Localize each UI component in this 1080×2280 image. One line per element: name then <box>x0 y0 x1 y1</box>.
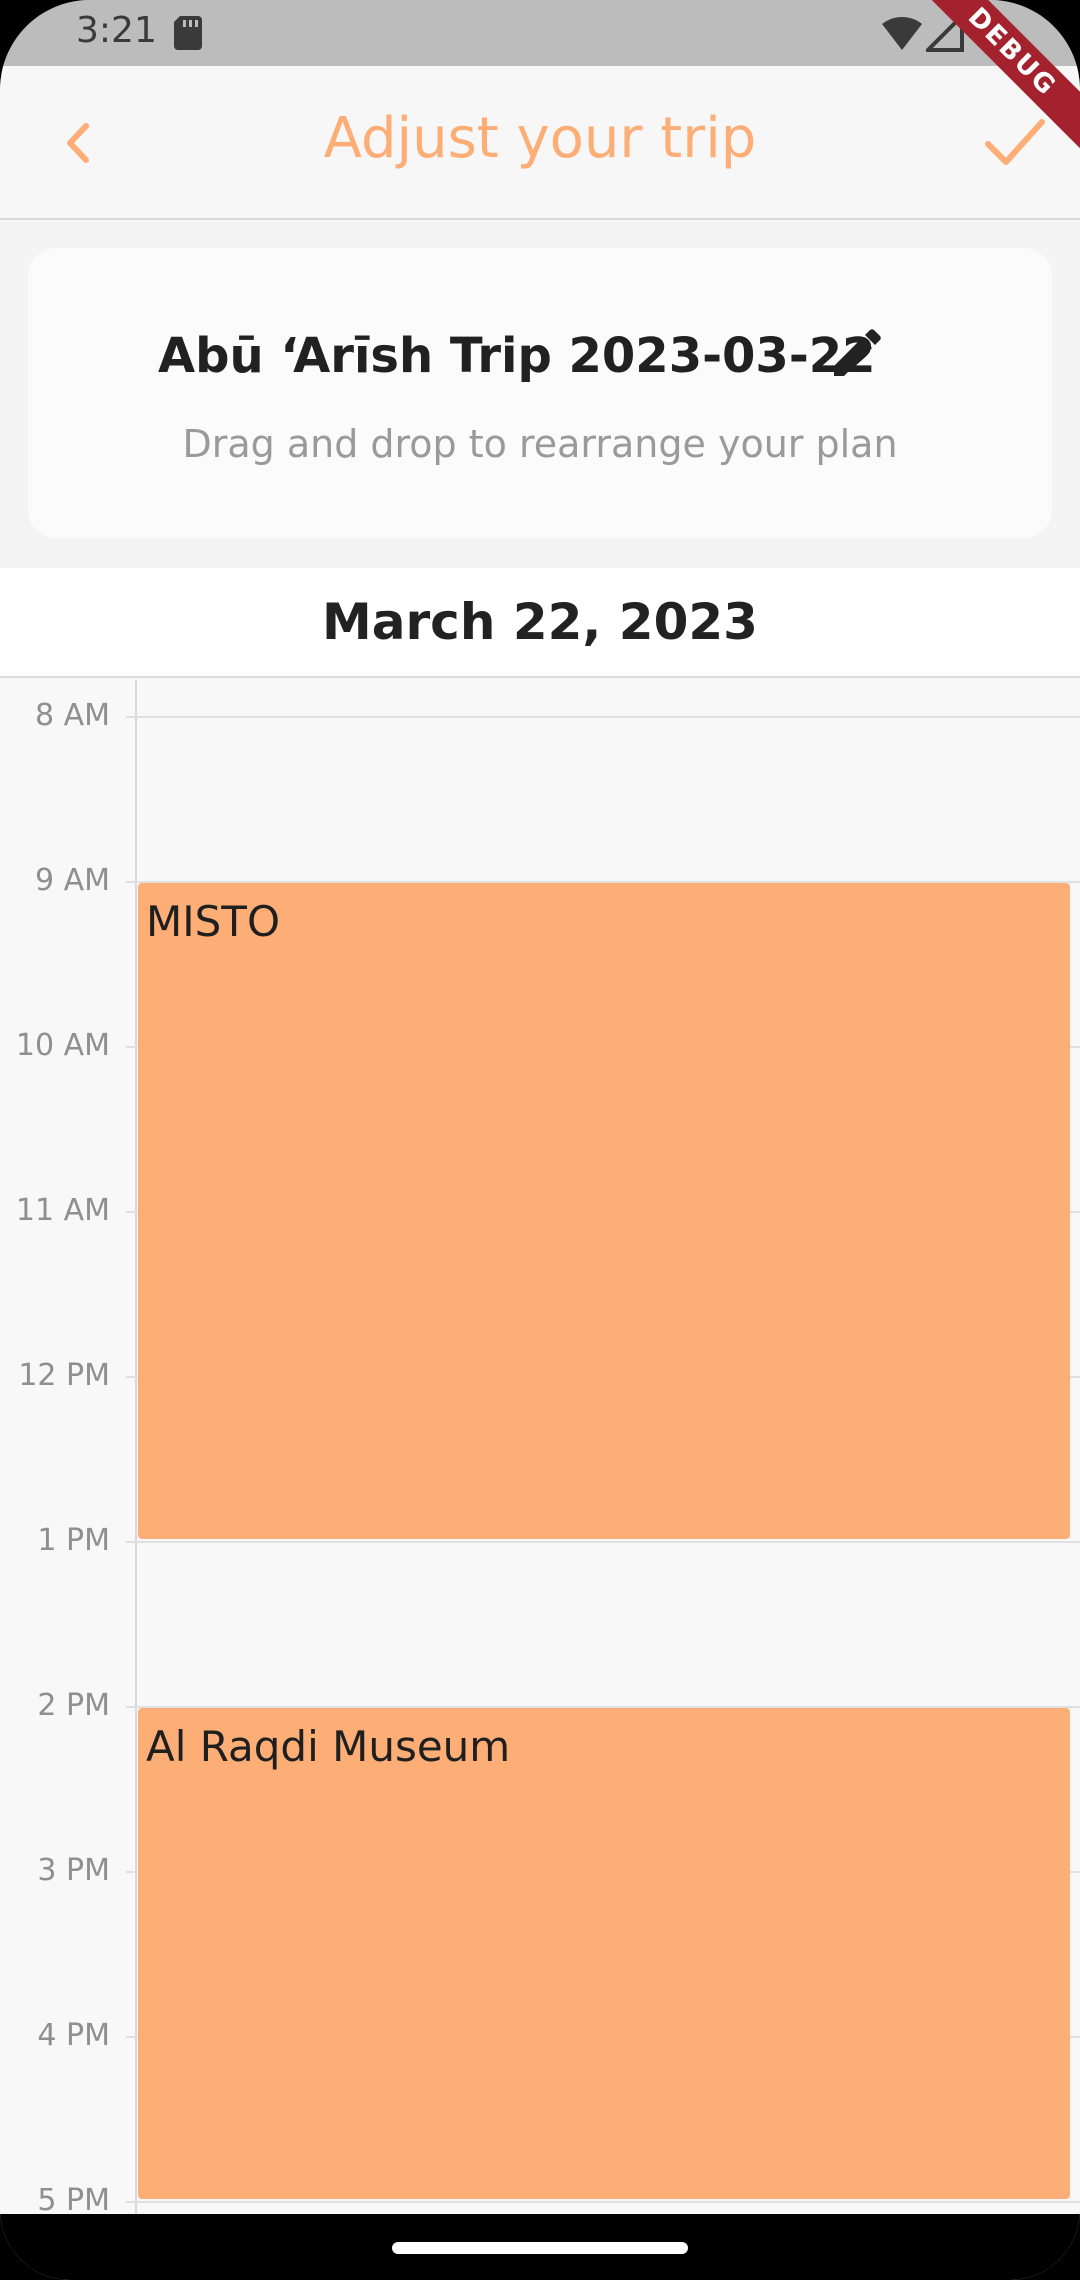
date-header: March 22, 2023 <box>0 568 1080 678</box>
hour-line <box>126 716 1080 718</box>
calendar-date: March 22, 2023 <box>322 593 758 651</box>
sd-card-icon <box>174 16 202 50</box>
event-name: Al Raqdi Museum <box>146 1722 511 1771</box>
hour-label: 10 AM <box>15 1028 110 1063</box>
hour-label: 4 PM <box>37 2018 110 2053</box>
hour-label: 1 PM <box>37 1523 110 1558</box>
phone-screen: 3:21 DEBUG Adjust your trip Abū ‘Arīsh T… <box>0 0 1080 2280</box>
event-name: MISTO <box>146 897 280 946</box>
navigation-bar <box>0 2214 1080 2280</box>
trip-header: Abū ‘Arīsh Trip 2023-03-22 Drag and drop… <box>0 222 1080 568</box>
hour-label: 3 PM <box>37 1853 110 1888</box>
pencil-icon[interactable] <box>828 326 884 382</box>
hour-line <box>126 1541 1080 1543</box>
time-column-divider <box>135 680 137 2214</box>
trip-title: Abū ‘Arīsh Trip 2023-03-22 <box>158 328 876 384</box>
check-icon[interactable] <box>984 116 1046 168</box>
status-bar: 3:21 DEBUG <box>0 0 1080 159</box>
day-calendar[interactable]: 8 AM 9 AM 10 AM 11 AM 12 PM 1 PM 2 PM 3 PM 4 PM 5… <box>0 680 1080 2214</box>
hour-line <box>126 2201 1080 2203</box>
status-time: 3:21 <box>76 10 157 51</box>
hour-label: 11 AM <box>15 1193 110 1228</box>
app-bar: Adjust your trip <box>0 66 1080 220</box>
wifi-icon <box>882 16 922 50</box>
page-title: Adjust your trip <box>323 106 757 171</box>
trip-card: Abū ‘Arīsh Trip 2023-03-22 Drag and drop… <box>28 248 1052 538</box>
event-block[interactable]: Al Raqdi Museum <box>138 1708 1070 2199</box>
home-handle[interactable] <box>392 2242 688 2254</box>
hour-label: 5 PM <box>37 2183 110 2214</box>
hour-label: 9 AM <box>34 863 110 898</box>
hour-label: 12 PM <box>18 1358 110 1393</box>
hour-label: 2 PM <box>37 1688 110 1723</box>
hour-label: 8 AM <box>34 698 110 733</box>
trip-hint: Drag and drop to rearrange your plan <box>182 422 898 466</box>
event-block[interactable]: MISTO <box>138 883 1070 1539</box>
